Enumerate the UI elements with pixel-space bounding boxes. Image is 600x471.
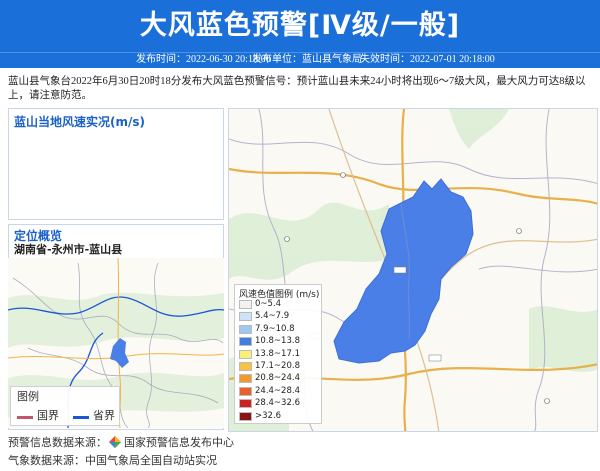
wind-legend-row: 7.9~10.8 <box>239 324 323 335</box>
wind-legend-swatch <box>239 411 252 421</box>
wind-legend-row: 28.4~32.6 <box>239 398 323 409</box>
wind-speed-title: 蓝山当地风速实况(m/s) <box>14 115 145 129</box>
wind-legend-swatch <box>239 324 252 334</box>
wind-legend-label: 5.4~7.9 <box>255 311 290 322</box>
overview-map-legend: 图例 国界 省界 <box>10 386 120 426</box>
provincial-border-label: 省界 <box>93 409 115 422</box>
wind-legend-row: 13.8~17.1 <box>239 349 323 360</box>
warning-title: 大风蓝色预警[Ⅳ级/一般] <box>139 10 461 41</box>
wind-legend-row: 17.1~20.8 <box>239 361 323 372</box>
weather-source: 气象数据来源：中国气象局全国自动站实况 <box>8 455 217 467</box>
warning-source: 预警信息数据来源： 国家预警信息发布中心 <box>8 434 234 450</box>
wind-legend-swatch <box>239 399 252 409</box>
wind-legend-swatch <box>239 386 252 396</box>
warning-source-label: 预警信息数据来源： <box>8 437 107 449</box>
wind-speed-legend: 风速色值图例 (m/s) 0~5.4 5.4~7.9 7.9~10.8 10.8~13… <box>234 284 322 424</box>
wind-legend-swatch <box>239 362 252 371</box>
wind-legend-label: 24.4~28.4 <box>255 385 300 396</box>
wind-legend-swatch <box>239 349 252 359</box>
wind-legend-label: 13.8~17.1 <box>255 348 300 359</box>
expire-time: 失效时间：2022-07-01 20:18:00 <box>360 54 495 65</box>
warning-source-name[interactable]: 国家预警信息发布中心 <box>124 437 234 449</box>
national-border-label: 国界 <box>37 409 59 422</box>
wind-legend-swatch <box>239 312 252 322</box>
wind-legend-swatch <box>239 300 252 309</box>
wind-legend-label: >32.6 <box>255 410 282 421</box>
publisher: 发布单位：蓝山县气象局 <box>252 54 362 65</box>
location-path: 湖南省-永州市-蓝山县 <box>14 243 123 256</box>
wind-legend-label: 20.8~24.4 <box>255 373 300 384</box>
wind-legend-swatch <box>239 337 252 347</box>
wind-legend-row: 0~5.4 <box>239 299 323 310</box>
national-border-line <box>17 416 33 419</box>
warning-center-logo-icon <box>109 436 121 448</box>
warning-description: 蓝山县气象台2022年6月30日20时18分发布大风蓝色预警信号：预计蓝山县未来… <box>8 76 586 101</box>
publish-time: 发布时间：2022-06-30 20:18:00 <box>136 54 271 65</box>
wind-speed-panel: 蓝山当地风速实况(m/s) <box>8 108 224 220</box>
wind-legend-label: 28.4~32.6 <box>255 398 300 409</box>
wind-legend-label: 17.1~20.8 <box>255 361 300 371</box>
wind-legend-swatch <box>239 374 252 384</box>
wind-legend-row: 10.8~13.8 <box>239 336 323 347</box>
wind-legend-label: 10.8~13.8 <box>255 336 300 347</box>
wind-legend-row: 20.8~24.4 <box>239 373 323 384</box>
overview-legend-title: 图例 <box>17 390 39 403</box>
wind-legend-row: >32.6 <box>239 411 323 422</box>
wind-legend-label: 0~5.4 <box>255 299 282 309</box>
wind-legend-label: 7.9~10.8 <box>255 323 295 334</box>
provincial-border-line <box>73 416 89 419</box>
wind-legend-row: 24.4~28.4 <box>239 386 323 397</box>
wind-legend-row: 5.4~7.9 <box>239 311 323 322</box>
